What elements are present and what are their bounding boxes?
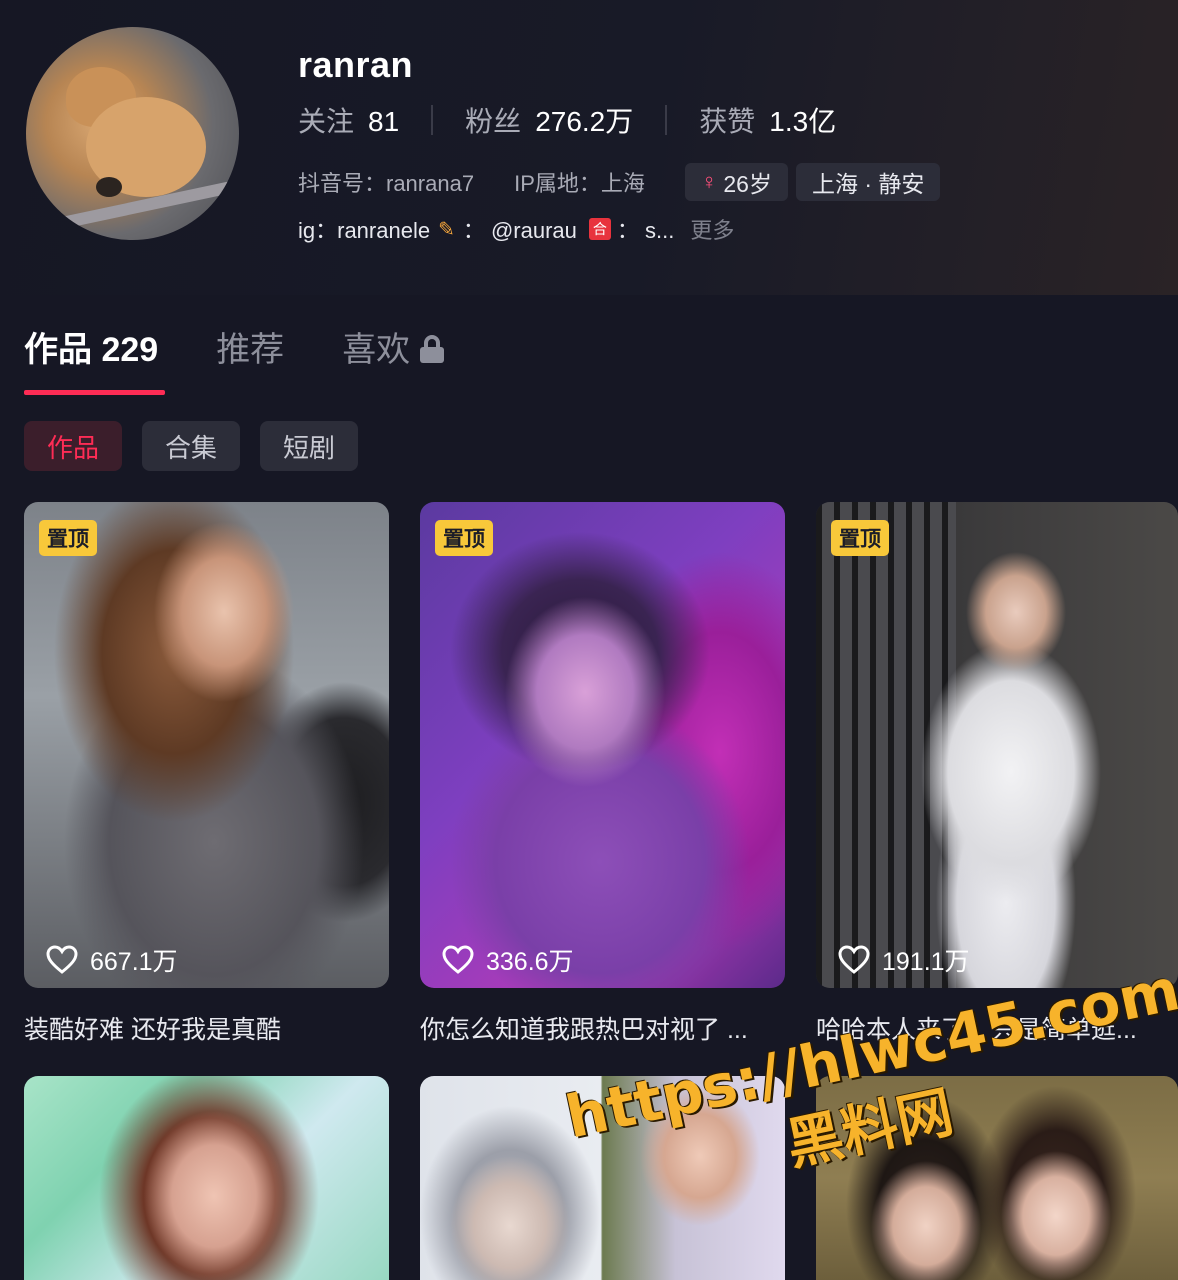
female-icon: ♀ [700, 169, 718, 194]
video-thumbnail [24, 502, 389, 988]
age-tag-label: 26岁 [723, 171, 772, 197]
video-likes: 191.1万 [838, 942, 970, 978]
followers-count: 276.2万 [535, 106, 634, 137]
profile-tabs: 作品 229 推荐 喜欢 [24, 322, 502, 371]
he-badge-icon: 合 [588, 218, 611, 240]
video-likes: 667.1万 [46, 942, 178, 978]
bio: ig：ranranele ✎ ： @raurau 合 ： s... 更多 [298, 213, 734, 245]
following-label: 关注 [298, 106, 355, 137]
video-likes-count: 667.1万 [90, 948, 178, 976]
tab-recommend[interactable]: 推荐 [216, 322, 284, 371]
video-likes-count: 336.6万 [486, 948, 574, 976]
video-likes-count: 191.1万 [882, 948, 970, 976]
pinned-badge: 置顶 [39, 520, 97, 556]
video-likes: 336.6万 [442, 942, 574, 978]
profile-stats: 关注 81 粉丝 276.2万 获赞 1.3亿 [298, 100, 836, 140]
video-thumbnail [816, 502, 1178, 988]
heart-outline-icon [838, 945, 870, 974]
douyin-id[interactable]: 抖音号：ranrana7 [298, 166, 474, 198]
profile-meta: 抖音号：ranrana7 IP属地：上海 ♀ 26岁 上海 · 静安 [298, 163, 948, 201]
video-card[interactable]: 置顶 191.1万 [816, 502, 1178, 988]
stat-divider [431, 105, 434, 135]
following-count: 81 [368, 106, 400, 137]
content-filter-chips: 作品 合集 短剧 [24, 421, 378, 471]
pencil-emoji-icon: ✎ [438, 218, 455, 241]
video-card[interactable] [24, 1076, 389, 1280]
pinned-badge: 置顶 [435, 520, 493, 556]
location-tag: 上海 · 静安 [795, 163, 941, 201]
likes-label: 获赞 [699, 106, 756, 137]
likes-stat[interactable]: 获赞 1.3亿 [699, 100, 836, 140]
video-caption[interactable]: 你怎么知道我跟热巴对视了 ... [420, 1010, 770, 1046]
bio-mention: ： @raurau [462, 218, 577, 243]
tab-likes[interactable]: 喜欢 [342, 322, 445, 371]
video-card[interactable]: 置顶 667.1万 [24, 502, 389, 988]
lock-icon [420, 335, 445, 363]
tab-likes-label: 喜欢 [342, 331, 411, 369]
chip-collections[interactable]: 合集 [142, 421, 240, 471]
chip-short-drama[interactable]: 短剧 [260, 421, 358, 471]
video-thumbnail [24, 1076, 389, 1280]
likes-count: 1.3亿 [769, 106, 837, 137]
bio-more-link[interactable]: 更多 [690, 213, 734, 245]
heart-outline-icon [46, 945, 78, 974]
following-stat[interactable]: 关注 81 [298, 100, 399, 140]
age-tag: ♀ 26岁 [684, 163, 788, 201]
bio-truncated: ： s... [616, 218, 675, 243]
location-tag-label: 上海 · 静安 [811, 171, 925, 197]
chip-works[interactable]: 作品 [24, 421, 122, 471]
ip-location: IP属地：上海 [514, 171, 645, 196]
stat-divider [665, 105, 668, 135]
video-card[interactable]: 置顶 336.6万 [420, 502, 785, 988]
pinned-badge: 置顶 [831, 520, 889, 556]
username: ranran [298, 44, 414, 85]
tab-works[interactable]: 作品 229 [24, 322, 158, 371]
followers-stat[interactable]: 粉丝 276.2万 [465, 100, 633, 140]
video-thumbnail [420, 502, 785, 988]
active-tab-indicator [24, 390, 165, 395]
avatar[interactable] [26, 27, 239, 240]
heart-outline-icon [442, 945, 474, 974]
video-caption[interactable]: 装酷好难 还好我是真酷 [24, 1010, 374, 1046]
followers-label: 粉丝 [465, 106, 522, 137]
bio-instagram: ig：ranranele [298, 218, 431, 243]
